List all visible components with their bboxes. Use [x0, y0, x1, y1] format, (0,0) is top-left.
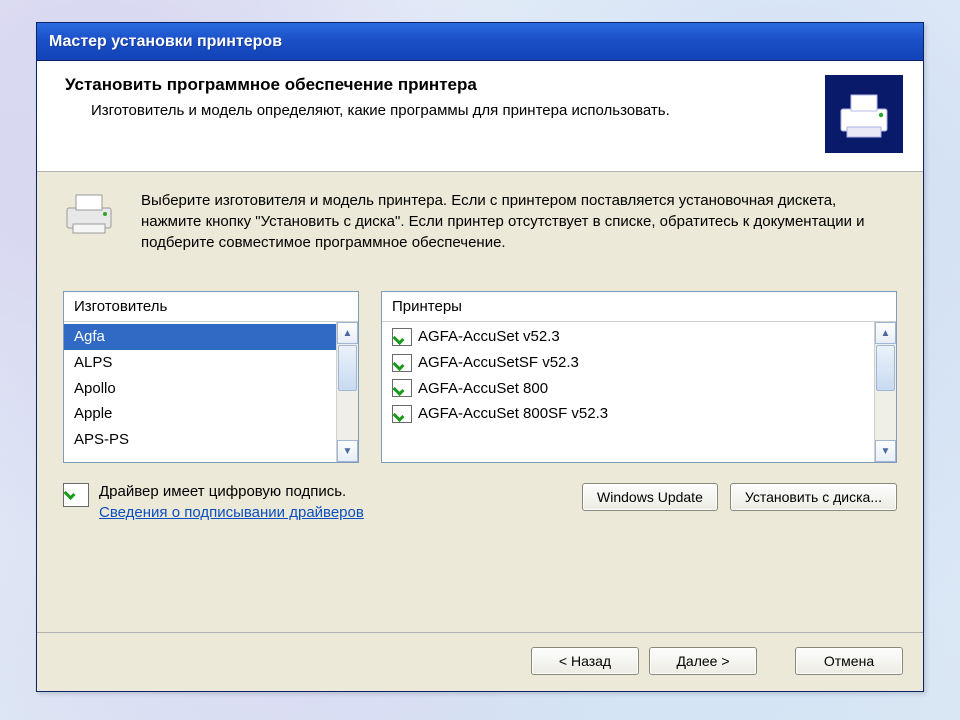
signature-status: Драйвер имеет цифровую подпись.: [99, 483, 364, 500]
printer-hero-icon: [825, 75, 903, 153]
manufacturer-item-label: Apollo: [74, 378, 116, 400]
scroll-down-icon[interactable]: ▼: [875, 440, 896, 462]
footer-row: Драйвер имеет цифровую подпись. Сведения…: [63, 483, 897, 521]
certified-icon: [392, 405, 412, 423]
wizard-window: Мастер установки принтеров Установить пр…: [36, 22, 924, 692]
printer-item[interactable]: AGFA-AccuSetSF v52.3: [382, 350, 896, 376]
manufacturer-item-label: Agfa: [74, 326, 105, 348]
manufacturer-list: Изготовитель Agfa ALPS Apollo Apple APS-…: [63, 291, 359, 463]
scroll-down-icon[interactable]: ▼: [337, 440, 358, 462]
scroll-up-icon[interactable]: ▲: [337, 322, 358, 344]
manufacturer-item[interactable]: Apollo: [64, 376, 358, 402]
scroll-up-icon[interactable]: ▲: [875, 322, 896, 344]
header-subtext: Изготовитель и модель определяют, какие …: [91, 101, 809, 121]
manufacturer-item[interactable]: Apple: [64, 401, 358, 427]
header-text: Установить программное обеспечение принт…: [65, 75, 809, 121]
install-from-disk-button[interactable]: Установить с диска...: [730, 483, 897, 511]
printer-item[interactable]: AGFA-AccuSet 800: [382, 376, 896, 402]
scrollbar[interactable]: ▲ ▼: [336, 322, 358, 462]
manufacturer-item[interactable]: APS-PS: [64, 427, 358, 453]
header-heading: Установить программное обеспечение принт…: [65, 75, 809, 95]
body-pane: Выберите изготовителя и модель принтера.…: [37, 172, 923, 632]
signature-block: Драйвер имеет цифровую подпись. Сведения…: [63, 483, 570, 521]
windows-update-button[interactable]: Windows Update: [582, 483, 718, 511]
certified-icon: [63, 483, 89, 507]
printer-item-label: AGFA-AccuSet 800: [418, 378, 548, 400]
certified-icon: [392, 354, 412, 372]
printer-small-icon: [63, 190, 123, 238]
scroll-thumb[interactable]: [876, 345, 895, 391]
printer-item-label: AGFA-AccuSet v52.3: [418, 326, 560, 348]
printers-list-header: Принтеры: [382, 292, 896, 322]
spacer: [767, 647, 785, 675]
scrollbar[interactable]: ▲ ▼: [874, 322, 896, 462]
scroll-track[interactable]: [337, 392, 358, 440]
printers-list: Принтеры AGFA-AccuSet v52.3 AGFA-AccuSet…: [381, 291, 897, 463]
printer-item-label: AGFA-AccuSet 800SF v52.3: [418, 403, 608, 425]
scroll-thumb[interactable]: [338, 345, 357, 391]
certified-icon: [392, 328, 412, 346]
scroll-track[interactable]: [875, 392, 896, 440]
next-button[interactable]: Далее >: [649, 647, 757, 675]
printer-item-label: AGFA-AccuSetSF v52.3: [418, 352, 579, 374]
instruction-row: Выберите изготовителя и модель принтера.…: [63, 190, 897, 253]
cancel-button[interactable]: Отмена: [795, 647, 903, 675]
manufacturer-item-label: Apple: [74, 403, 112, 425]
manufacturer-list-header: Изготовитель: [64, 292, 358, 322]
manufacturer-item-label: APS-PS: [74, 429, 129, 451]
nav-bar: < Назад Далее > Отмена: [37, 632, 923, 691]
printers-list-body[interactable]: AGFA-AccuSet v52.3 AGFA-AccuSetSF v52.3 …: [382, 322, 896, 462]
window-title: Мастер установки принтеров: [49, 33, 282, 51]
lists-row: Изготовитель Agfa ALPS Apollo Apple APS-…: [63, 291, 897, 463]
manufacturer-list-body[interactable]: Agfa ALPS Apollo Apple APS-PS ▲ ▼: [64, 322, 358, 462]
titlebar[interactable]: Мастер установки принтеров: [37, 23, 923, 61]
printer-item[interactable]: AGFA-AccuSet v52.3: [382, 324, 896, 350]
manufacturer-item[interactable]: Agfa: [64, 324, 358, 350]
header-pane: Установить программное обеспечение принт…: [37, 61, 923, 172]
back-button[interactable]: < Назад: [531, 647, 639, 675]
signature-info-link[interactable]: Сведения о подписывании драйверов: [99, 504, 364, 521]
manufacturer-item-label: ALPS: [74, 352, 112, 374]
instruction-text: Выберите изготовителя и модель принтера.…: [141, 190, 897, 253]
certified-icon: [392, 379, 412, 397]
printer-item[interactable]: AGFA-AccuSet 800SF v52.3: [382, 401, 896, 427]
manufacturer-item[interactable]: ALPS: [64, 350, 358, 376]
